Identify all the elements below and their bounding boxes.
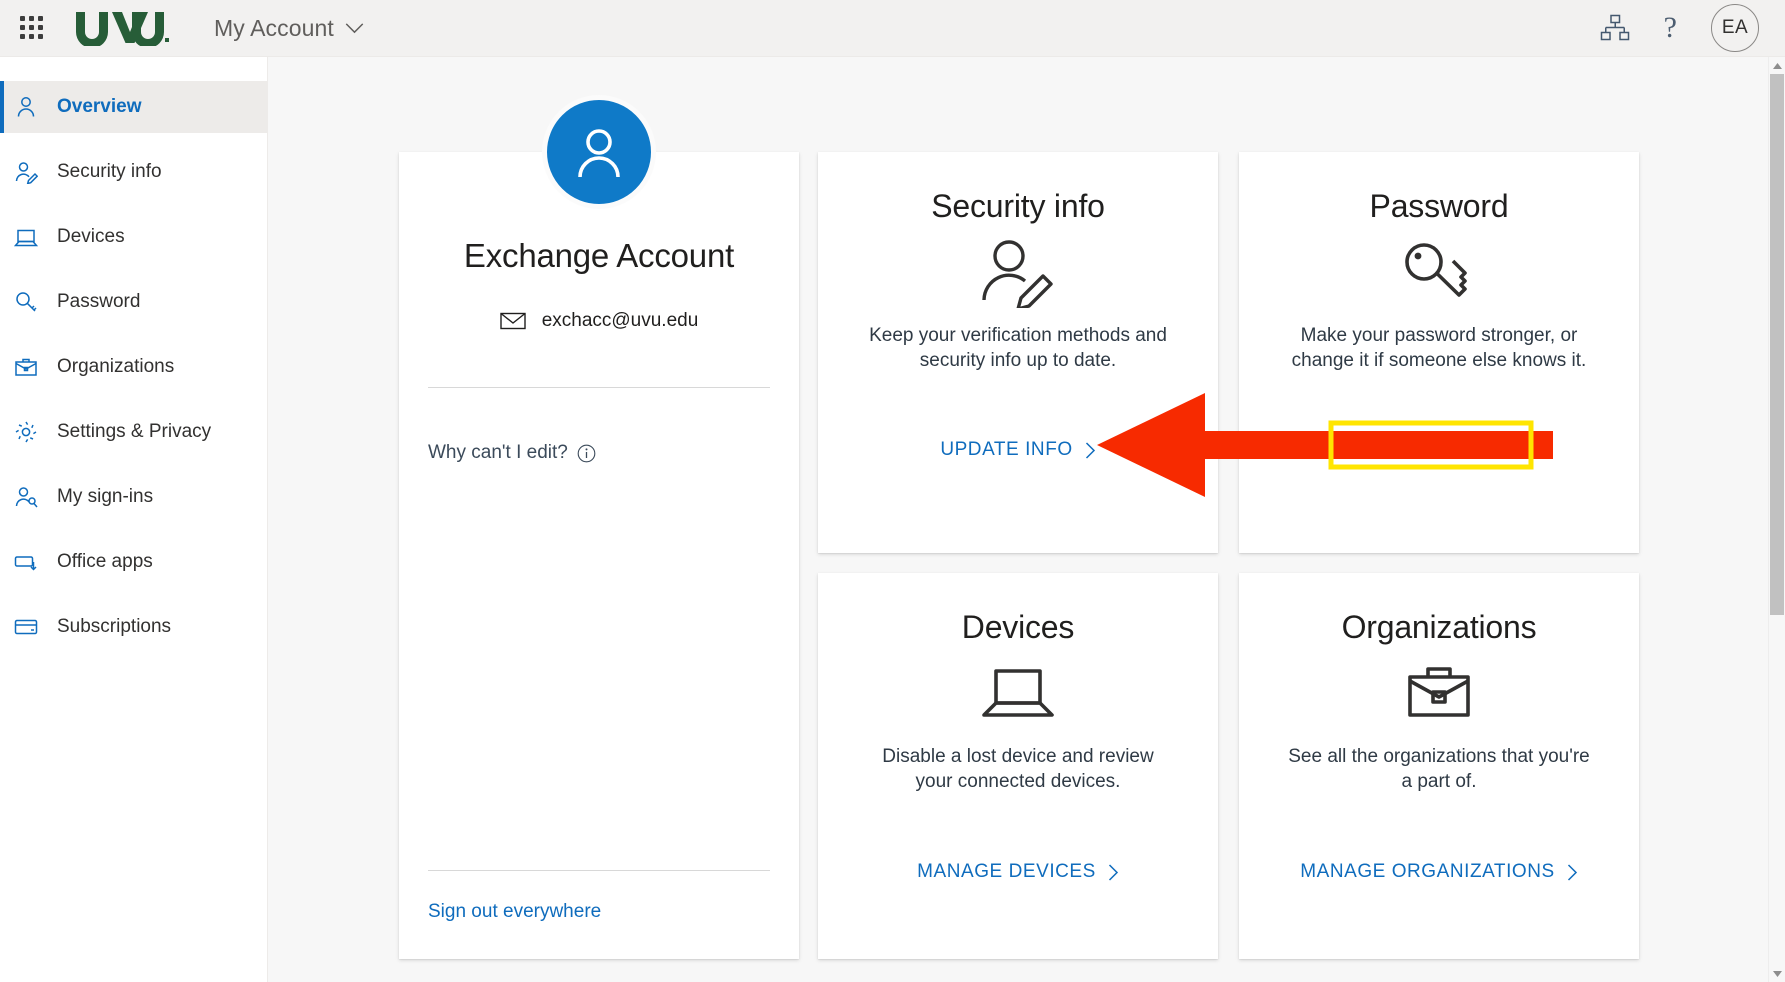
scrollbar-thumb[interactable] [1770, 74, 1784, 615]
uvu-logo[interactable] [74, 8, 170, 48]
card-description: Keep your verification methods and secur… [862, 323, 1174, 373]
sidebar-item-my-sign-ins[interactable]: My sign-ins [0, 471, 267, 523]
profile-email-row: exchacc@uvu.edu [399, 310, 799, 332]
why-cant-i-edit-link[interactable]: Why can't I edit? [428, 442, 596, 464]
sidebar-item-settings-privacy[interactable]: Settings & Privacy [0, 406, 267, 458]
manage-organizations-link[interactable]: MANAGE ORGANIZATIONS [1239, 861, 1639, 883]
security-info-card[interactable]: Security info Keep your verification met… [818, 152, 1218, 553]
profile-avatar [542, 95, 656, 209]
profile-name: Exchange Account [399, 237, 799, 275]
profile-footer-divider [428, 870, 770, 871]
card-description: Make your password stronger, or change i… [1283, 323, 1595, 373]
card-description: See all the organizations that you're a … [1283, 744, 1595, 794]
app-download-icon [12, 548, 40, 576]
sidebar-item-overview[interactable]: Overview [0, 81, 267, 133]
sidebar-item-label: Devices [57, 226, 125, 248]
person-key-icon [12, 483, 40, 511]
sidebar-item-label: Settings & Privacy [57, 421, 211, 443]
card-title: Organizations [1239, 609, 1639, 646]
chevron-right-icon [1085, 442, 1096, 459]
avatar[interactable]: EA [1711, 4, 1759, 52]
card-title: Devices [818, 609, 1218, 646]
org-chart-icon[interactable] [1600, 14, 1630, 42]
password-card[interactable]: Password Make your password stronger, or… [1239, 152, 1639, 553]
avatar-initials: EA [1722, 17, 1748, 39]
sidebar-item-label: Password [57, 291, 140, 313]
person-icon [12, 93, 40, 121]
help-question-icon[interactable]: ? [1664, 13, 1677, 43]
laptop-icon [818, 656, 1218, 730]
update-info-link[interactable]: UPDATE INFO [818, 439, 1218, 461]
key-search-icon [12, 288, 40, 316]
laptop-icon [12, 223, 40, 251]
manage-devices-link[interactable]: MANAGE DEVICES [818, 861, 1218, 883]
app-launcher-waffle-icon[interactable] [12, 8, 52, 48]
person-avatar-icon [568, 121, 630, 183]
card-icon [12, 613, 40, 641]
profile-divider [428, 387, 770, 388]
chevron-right-icon [1567, 864, 1578, 881]
update-info-label: UPDATE INFO [940, 439, 1072, 461]
sidebar-item-security-info[interactable]: Security info [0, 146, 267, 198]
sign-out-everywhere-link[interactable]: Sign out everywhere [428, 901, 601, 923]
sidebar-item-label: Subscriptions [57, 616, 171, 638]
briefcase-icon [12, 353, 40, 381]
top-header-bar: My Account ? EA [0, 0, 1785, 57]
person-edit-icon [818, 235, 1218, 309]
manage-devices-label: MANAGE DEVICES [917, 861, 1096, 883]
card-title: Password [1239, 188, 1639, 225]
sidebar-item-subscriptions[interactable]: Subscriptions [0, 601, 267, 653]
devices-card[interactable]: Devices Disable a lost device and review… [818, 573, 1218, 959]
sidebar-item-organizations[interactable]: Organizations [0, 341, 267, 393]
scroll-up-arrow[interactable] [1769, 57, 1785, 74]
person-edit-icon [12, 158, 40, 186]
briefcase-icon [1239, 656, 1639, 730]
key-icon [1239, 235, 1639, 309]
sidebar-item-label: My sign-ins [57, 486, 153, 508]
envelope-icon [500, 311, 526, 331]
sidebar-item-office-apps[interactable]: Office apps [0, 536, 267, 588]
account-menu-button[interactable]: My Account [214, 15, 364, 42]
sidebar-item-label: Office apps [57, 551, 153, 573]
account-menu-label: My Account [214, 15, 334, 42]
vertical-scrollbar[interactable] [1768, 57, 1785, 982]
page-root: My Account ? EA [0, 0, 1785, 982]
organizations-card[interactable]: Organizations See all the organizations … [1239, 573, 1639, 959]
sidebar-item-label: Overview [57, 96, 142, 118]
scroll-down-arrow[interactable] [1769, 965, 1785, 982]
sidebar-item-label: Security info [57, 161, 162, 183]
main-content: Exchange Account exchacc@uvu.edu Why can… [268, 57, 1785, 982]
info-circle-icon [577, 444, 596, 463]
sidebar-item-password[interactable]: Password [0, 276, 267, 328]
chevron-down-icon [345, 23, 364, 34]
card-description: Disable a lost device and review your co… [862, 744, 1174, 794]
chevron-right-icon [1108, 864, 1119, 881]
sidebar-item-devices[interactable]: Devices [0, 211, 267, 263]
header-actions: ? EA [1600, 4, 1785, 52]
why-cant-i-edit-label: Why can't I edit? [428, 442, 568, 464]
manage-organizations-label: MANAGE ORGANIZATIONS [1300, 861, 1555, 883]
card-title: Security info [818, 188, 1218, 225]
sidebar-item-label: Organizations [57, 356, 174, 378]
profile-email: exchacc@uvu.edu [542, 310, 699, 332]
sidebar-nav: Overview Security info Devices Passw [0, 57, 268, 982]
profile-card: Exchange Account exchacc@uvu.edu Why can… [399, 152, 799, 959]
gear-icon [12, 418, 40, 446]
